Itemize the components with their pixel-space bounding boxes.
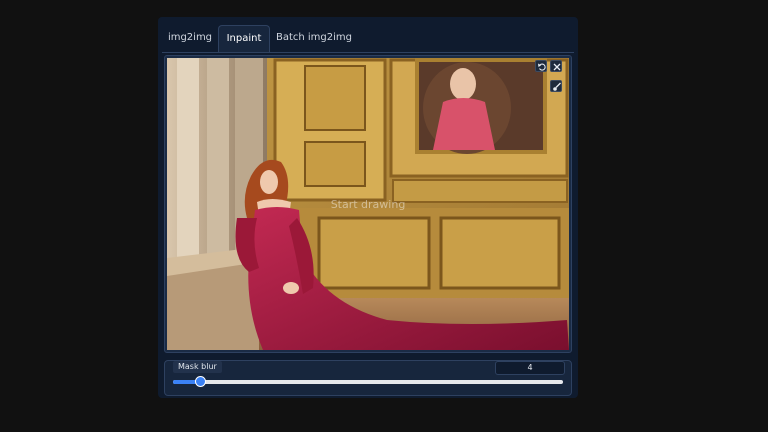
tab-divider bbox=[162, 52, 574, 53]
brush-button[interactable] bbox=[550, 80, 562, 92]
img2img-panel: img2img Inpaint Batch img2img Start draw… bbox=[158, 17, 578, 398]
undo-button[interactable] bbox=[535, 60, 547, 72]
tab-bar: img2img Inpaint Batch img2img bbox=[158, 25, 578, 53]
tab-img2img[interactable]: img2img bbox=[162, 25, 218, 53]
clear-button[interactable] bbox=[550, 60, 562, 72]
brush-icon bbox=[553, 82, 561, 91]
mask-blur-thumb[interactable] bbox=[195, 376, 207, 387]
tab-batch-img2img[interactable]: Batch img2img bbox=[274, 25, 354, 53]
mask-blur-track[interactable] bbox=[173, 376, 563, 387]
mask-blur-label: Mask blur bbox=[173, 361, 222, 373]
undo-icon bbox=[538, 63, 546, 71]
close-icon bbox=[553, 63, 561, 71]
canvas-hint: Start drawing bbox=[330, 198, 406, 211]
tab-inpaint[interactable]: Inpaint bbox=[218, 25, 270, 53]
inpaint-canvas[interactable]: Start drawing bbox=[167, 58, 569, 350]
mask-blur-slider-block: Mask blur 4 bbox=[164, 360, 572, 396]
inpaint-canvas-frame: Start drawing bbox=[164, 55, 572, 353]
mask-blur-number-input[interactable]: 4 bbox=[495, 361, 565, 375]
